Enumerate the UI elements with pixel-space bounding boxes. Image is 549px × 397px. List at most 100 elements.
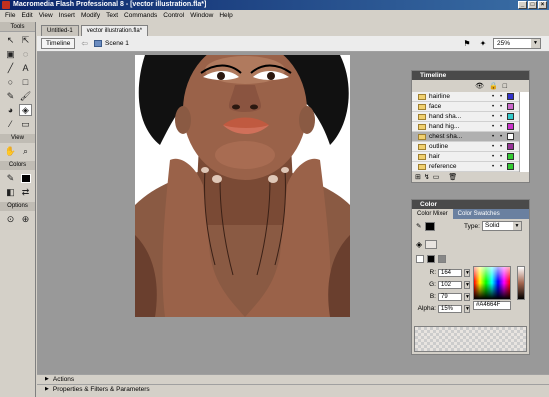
text-tool-icon[interactable]: A xyxy=(19,62,32,74)
zoom-select[interactable]: 25% ▼ xyxy=(493,38,541,49)
visibility-dot-icon[interactable]: • xyxy=(489,124,497,130)
lock-dot-icon[interactable]: • xyxy=(497,114,505,120)
alpha-stepper[interactable]: ▼ xyxy=(464,304,470,313)
visibility-dot-icon[interactable]: • xyxy=(489,154,497,160)
actions-panel-bar[interactable]: ▶ Actions xyxy=(37,374,549,384)
lock-dot-icon[interactable]: • xyxy=(497,134,505,140)
edit-scene-icon[interactable]: ⚑ xyxy=(461,38,473,49)
color-spectrum[interactable] xyxy=(473,266,511,300)
layer-row[interactable]: hairline • • xyxy=(412,91,529,102)
stroke-swatch[interactable] xyxy=(425,221,436,231)
blue-input[interactable]: 79 xyxy=(438,292,462,301)
layer-color-swatch[interactable] xyxy=(507,143,514,150)
red-input[interactable]: 164 xyxy=(438,268,462,277)
layer-color-swatch[interactable] xyxy=(507,163,514,170)
menu-window[interactable]: Window xyxy=(187,10,216,22)
lasso-tool-icon[interactable]: ◌ xyxy=(19,48,32,60)
hex-input[interactable]: #A4664F xyxy=(473,301,511,310)
lock-dot-icon[interactable]: • xyxy=(497,104,505,110)
visibility-dot-icon[interactable]: • xyxy=(489,144,497,150)
layer-row[interactable]: outline • • xyxy=(412,141,529,152)
menu-file[interactable]: File xyxy=(2,10,18,22)
outline-icon[interactable]: □ xyxy=(503,83,507,90)
eye-icon[interactable]: 👁 xyxy=(475,82,484,90)
layer-row[interactable]: hand hig... • • xyxy=(412,121,529,132)
timeline-header[interactable]: Timeline xyxy=(412,71,529,80)
zoom-tool-icon[interactable]: ⌕ xyxy=(19,145,32,157)
layer-color-swatch[interactable] xyxy=(507,133,514,140)
layer-row[interactable]: hand sha... • • xyxy=(412,111,529,122)
keyframe-cell[interactable] xyxy=(519,91,529,102)
alpha-input[interactable]: 15% xyxy=(438,304,462,313)
no-color-icon[interactable] xyxy=(416,255,424,263)
blue-stepper[interactable]: ▼ xyxy=(464,292,470,301)
back-arrow-icon[interactable]: ⇦ xyxy=(81,39,88,48)
menu-modify[interactable]: Modify xyxy=(78,10,103,22)
visibility-dot-icon[interactable]: • xyxy=(489,94,497,100)
layer-color-swatch[interactable] xyxy=(507,93,514,100)
layer-row[interactable]: hair • • xyxy=(412,151,529,162)
type-select[interactable]: Solid ▼ xyxy=(482,221,522,231)
snap-option-icon[interactable]: ⊙ xyxy=(4,213,17,225)
layer-color-swatch[interactable] xyxy=(507,103,514,110)
visibility-dot-icon[interactable]: • xyxy=(489,104,497,110)
menu-insert[interactable]: Insert xyxy=(56,10,78,22)
edit-symbols-icon[interactable]: ✦ xyxy=(477,38,489,49)
tab-untitled[interactable]: Untitled-1 xyxy=(41,25,79,36)
add-folder-icon[interactable]: ▭ xyxy=(433,173,440,181)
timeline-toggle-button[interactable]: Timeline xyxy=(41,38,76,49)
paint-bucket-tool-icon[interactable]: ◈ xyxy=(19,104,32,116)
keyframe-cell[interactable] xyxy=(519,151,529,162)
ink-bottle-tool-icon[interactable]: ◕ xyxy=(4,104,17,116)
layer-row[interactable]: face • • xyxy=(412,101,529,112)
menu-edit[interactable]: Edit xyxy=(18,10,35,22)
lock-dot-icon[interactable]: • xyxy=(497,94,505,100)
layer-row[interactable]: chest sha... • • xyxy=(412,131,529,142)
swap-colors-icon[interactable]: ⇄ xyxy=(19,186,32,198)
keyframe-cell[interactable] xyxy=(519,161,529,172)
green-stepper[interactable]: ▼ xyxy=(464,280,470,289)
stage-canvas[interactable] xyxy=(135,55,350,317)
oval-tool-icon[interactable]: ○ xyxy=(4,76,17,88)
gap-option-icon[interactable]: ⊕ xyxy=(19,213,32,225)
lock-dot-icon[interactable]: • xyxy=(497,164,505,170)
selection-tool-icon[interactable]: ↖ xyxy=(4,34,17,46)
keyframe-cell[interactable] xyxy=(519,121,529,132)
menu-text[interactable]: Text xyxy=(103,10,121,22)
maximize-button[interactable]: □ xyxy=(528,1,537,9)
keyframe-cell[interactable] xyxy=(519,141,529,152)
lock-icon[interactable]: 🔒 xyxy=(489,82,498,90)
tab-color-swatches[interactable]: Color Swatches xyxy=(452,209,529,219)
eyedropper-tool-icon[interactable]: ⁄ xyxy=(4,118,17,130)
lock-dot-icon[interactable]: • xyxy=(497,124,505,130)
keyframe-cell[interactable] xyxy=(519,111,529,122)
stroke-color-icon[interactable]: ✎ xyxy=(4,172,17,184)
default-colors-icon[interactable]: ◧ xyxy=(4,186,17,198)
subselection-tool-icon[interactable]: ⇱ xyxy=(19,34,32,46)
hand-tool-icon[interactable]: ✋ xyxy=(4,145,17,157)
close-button[interactable]: × xyxy=(538,1,547,9)
swap-icon[interactable] xyxy=(427,255,435,263)
keyframe-cell[interactable] xyxy=(519,101,529,112)
fill-color-swatch[interactable] xyxy=(19,172,32,184)
free-transform-tool-icon[interactable]: ▣ xyxy=(4,48,17,60)
menu-commands[interactable]: Commands xyxy=(121,10,160,22)
red-stepper[interactable]: ▼ xyxy=(464,268,470,277)
layer-row[interactable]: reference • • xyxy=(412,161,529,172)
brush-tool-icon[interactable]: 🖌 xyxy=(19,90,32,102)
rectangle-tool-icon[interactable]: □ xyxy=(19,76,32,88)
lock-dot-icon[interactable]: • xyxy=(497,144,505,150)
minimize-button[interactable]: _ xyxy=(518,1,527,9)
fill-bucket-icon[interactable]: ◈ xyxy=(416,240,422,249)
eraser-tool-icon[interactable]: ▭ xyxy=(19,118,32,130)
add-guide-icon[interactable]: ↯ xyxy=(424,173,430,181)
keyframe-cell[interactable] xyxy=(519,131,529,142)
visibility-dot-icon[interactable]: • xyxy=(489,164,497,170)
color-panel-header[interactable]: Color xyxy=(412,200,529,209)
add-layer-icon[interactable]: ⊞ xyxy=(415,173,421,181)
tab-color-mixer[interactable]: Color Mixer xyxy=(412,209,453,219)
visibility-dot-icon[interactable]: • xyxy=(489,134,497,140)
menu-control[interactable]: Control xyxy=(160,10,187,22)
layer-color-swatch[interactable] xyxy=(507,123,514,130)
layer-color-swatch[interactable] xyxy=(507,153,514,160)
